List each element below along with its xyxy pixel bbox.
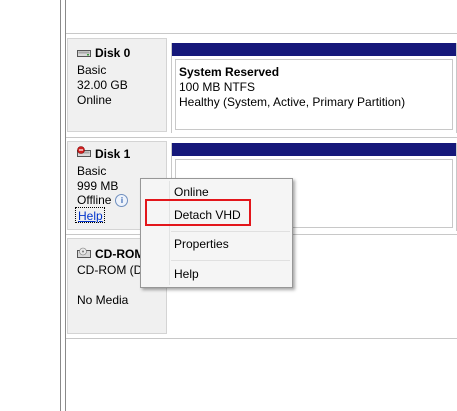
disk-name: Disk 1	[95, 147, 131, 161]
row-separator	[66, 137, 457, 138]
partition-color-bar	[172, 143, 456, 156]
disk-size: 32.00 GB	[77, 78, 128, 92]
offline-disk-icon	[77, 146, 91, 157]
menu-separator	[171, 260, 290, 261]
help-link-focus	[75, 207, 105, 223]
disk-name: Disk 0	[95, 46, 131, 60]
disk-type: CD-ROM (D	[77, 263, 143, 277]
detach-vhd-highlight	[145, 199, 251, 226]
row-separator	[66, 338, 457, 339]
disk-name: CD-ROM	[95, 247, 145, 261]
frame-border	[60, 0, 61, 411]
context-menu: Online Detach VHD Properties Help	[140, 178, 293, 288]
menu-item-help[interactable]: Help	[174, 267, 199, 281]
cd-drive-icon	[77, 247, 91, 258]
partition-color-bar	[172, 43, 456, 56]
disk-type: Basic	[77, 164, 107, 178]
partition-size-fs: 100 MB NTFS	[179, 80, 256, 94]
left-margin	[0, 0, 57, 411]
partition-name: System Reserved	[179, 65, 280, 79]
disk-0-header[interactable]: Disk 0 Basic 32.00 GB Online	[67, 38, 167, 132]
hard-disk-icon	[77, 50, 91, 57]
disk-type: Basic	[77, 63, 107, 77]
disk-status: Online	[77, 93, 112, 107]
menu-item-online[interactable]: Online	[174, 185, 209, 199]
disk-status: Offline	[77, 193, 112, 207]
menu-gutter	[169, 181, 170, 285]
disk-status-row: Offline i	[77, 193, 129, 207]
partition-system-reserved[interactable]: System Reserved 100 MB NTFS Healthy (Sys…	[171, 43, 457, 133]
info-icon[interactable]: i	[115, 194, 129, 207]
disk-size: 999 MB	[77, 179, 119, 193]
menu-separator	[171, 231, 290, 232]
partition-health: Healthy (System, Active, Primary Partiti…	[179, 95, 406, 109]
row-separator	[66, 33, 457, 34]
disk-media: No Media	[77, 293, 129, 307]
menu-item-properties[interactable]: Properties	[174, 237, 229, 251]
